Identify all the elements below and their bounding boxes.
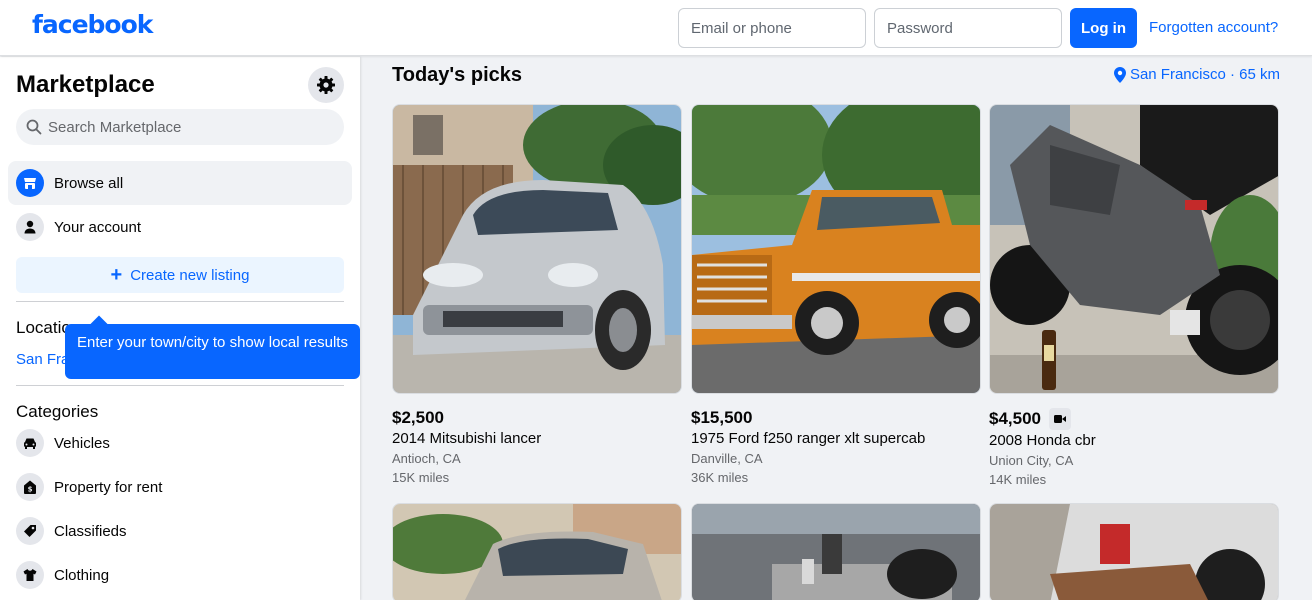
create-listing-button[interactable]: + Create new listing	[16, 257, 344, 293]
category-classifieds[interactable]: Classifieds	[8, 509, 352, 553]
category-label: Property for rent	[54, 478, 163, 496]
tag-icon	[16, 517, 44, 545]
listing-photo[interactable]	[691, 503, 981, 600]
car-icon	[16, 429, 44, 457]
listing-location: Antioch, CA	[392, 451, 461, 466]
divider	[16, 301, 344, 302]
login-button[interactable]: Log in	[1070, 8, 1137, 48]
listing-title[interactable]: 2008 Honda cbr	[989, 432, 1279, 449]
divider	[16, 385, 344, 386]
email-field[interactable]	[678, 8, 866, 48]
price-text: $15,500	[691, 408, 753, 427]
plus-icon: +	[110, 264, 123, 286]
shirt-icon	[16, 561, 44, 589]
nav-label: Browse all	[54, 174, 124, 192]
category-label: Clothing	[54, 566, 110, 584]
listing-price: $2,500	[392, 408, 682, 428]
listing-photo[interactable]	[691, 104, 981, 394]
listing-photo[interactable]	[392, 104, 682, 394]
listing-card[interactable]: $15,500 1975 Ford f250 ranger xlt superc…	[691, 104, 981, 485]
category-property[interactable]: $ Property for rent	[8, 465, 352, 509]
price-text: $2,500	[392, 408, 444, 427]
category-clothing[interactable]: Clothing	[8, 553, 352, 597]
marketplace-title: Marketplace	[16, 71, 155, 98]
price-text: $4,500	[989, 409, 1041, 428]
listing-card[interactable]: $4,500 2008 Honda cbr Union City, CA 14K…	[989, 104, 1279, 487]
settings-button[interactable]	[308, 67, 344, 103]
nav-your-account[interactable]: Your account	[8, 205, 352, 249]
category-vehicles[interactable]: Vehicles	[8, 421, 352, 465]
category-label: Vehicles	[54, 434, 110, 452]
person-icon	[16, 213, 44, 241]
house-icon: $	[16, 473, 44, 501]
forgot-account-link[interactable]: Forgotten account?	[1149, 19, 1278, 36]
listing-photo[interactable]	[392, 503, 682, 600]
nav-label: Your account	[54, 218, 142, 236]
create-listing-label: Create new listing	[130, 266, 250, 284]
listing-price: $15,500	[691, 408, 981, 428]
password-field[interactable]	[874, 8, 1062, 48]
nav-browse-all[interactable]: Browse all	[8, 161, 352, 205]
listing-location: Danville, CA	[691, 451, 763, 466]
todays-picks-heading: Today's picks	[392, 64, 522, 86]
search-input[interactable]	[48, 118, 328, 136]
categories-heading: Categories	[16, 402, 99, 421]
main-location-label: San Francisco · 65 km	[1129, 66, 1280, 83]
listing-photo[interactable]	[989, 503, 1279, 600]
search-icon	[24, 117, 44, 137]
location-tooltip: Enter your town/city to show local resul…	[65, 324, 360, 379]
location-pin-icon	[1113, 66, 1126, 83]
listing-location: Union City, CA	[989, 453, 1074, 468]
main-location-link[interactable]: San Francisco · 65 km	[1113, 66, 1280, 83]
category-label: Classifieds	[54, 522, 127, 540]
shop-icon	[16, 169, 44, 197]
gear-icon	[317, 76, 335, 94]
listing-card[interactable]: $2,500 2014 Mitsubishi lancer Antioch, C…	[392, 104, 682, 485]
top-bar: facebook Log in Forgotten account?	[0, 0, 1312, 56]
listing-title[interactable]: 2014 Mitsubishi lancer	[392, 430, 682, 447]
facebook-logo[interactable]: facebook	[32, 10, 153, 39]
marketplace-search[interactable]	[16, 109, 344, 145]
video-icon	[1049, 408, 1071, 430]
listing-price: $4,500	[989, 408, 1279, 430]
listing-mileage: 15K miles	[392, 470, 450, 485]
listing-title[interactable]: 1975 Ford f250 ranger xlt supercab	[691, 430, 981, 447]
listing-mileage: 14K miles	[989, 472, 1047, 487]
listing-photo[interactable]	[989, 104, 1279, 394]
svg-text:$: $	[28, 486, 33, 494]
listing-mileage: 36K miles	[691, 470, 749, 485]
